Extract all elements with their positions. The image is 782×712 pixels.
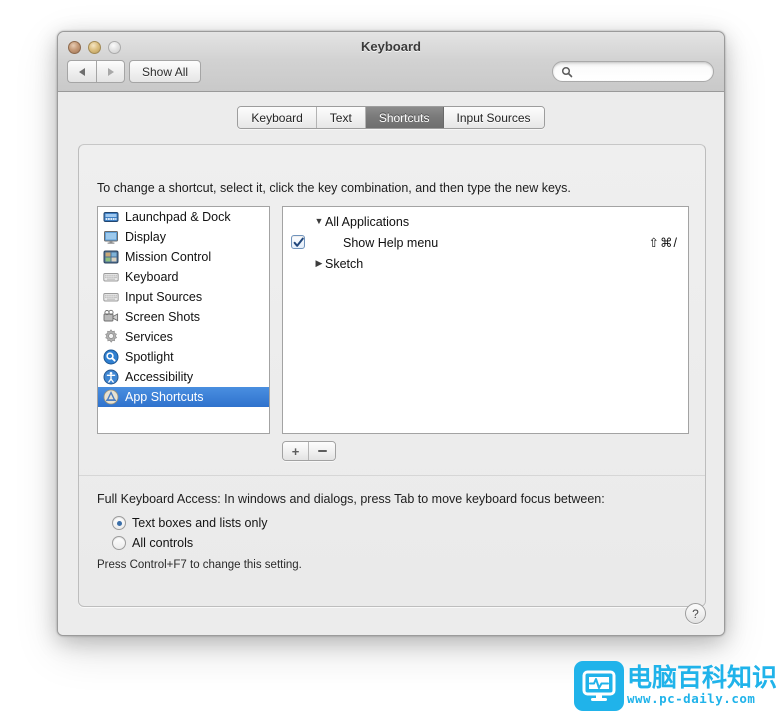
question-mark-icon: ? bbox=[692, 606, 699, 621]
tab-keyboard-label: Keyboard bbox=[251, 110, 303, 125]
tab-shortcuts[interactable]: Shortcuts bbox=[365, 107, 444, 128]
window-titlebar: Keyboard Show All bbox=[58, 32, 724, 92]
checkmark-icon bbox=[293, 237, 304, 247]
section-divider bbox=[79, 475, 705, 476]
navigation-buttons bbox=[67, 60, 125, 83]
watermark-url: www.pc-daily.com bbox=[627, 691, 756, 707]
sidebar-item-mission-control[interactable]: Mission Control bbox=[98, 247, 269, 267]
tab-shortcuts-label: Shortcuts bbox=[378, 110, 430, 125]
sidebar-item-label: Screen Shots bbox=[125, 310, 201, 324]
window-title: Keyboard bbox=[361, 39, 421, 54]
watermark-monitor-icon bbox=[574, 660, 624, 711]
sidebar-item-launchpad-dock[interactable]: Launchpad & Dock bbox=[98, 207, 269, 227]
tree-item-show-help-menu[interactable]: Show Help menu ⇧⌘/ bbox=[283, 232, 688, 253]
full-keyboard-access-note: Press Control+F7 to change this setting. bbox=[97, 559, 302, 571]
sidebar-item-label: Spotlight bbox=[125, 350, 174, 364]
sidebar-item-label: Input Sources bbox=[125, 290, 203, 304]
watermark-text: 电脑百科知识 bbox=[627, 663, 778, 692]
shortcuts-panel: To change a shortcut, select it, click t… bbox=[78, 144, 706, 607]
radio-label: All controls bbox=[132, 536, 194, 550]
radio-dot bbox=[116, 520, 122, 526]
spotlight-icon bbox=[103, 349, 119, 365]
mission-control-icon bbox=[103, 249, 119, 265]
chevron-right-icon bbox=[107, 67, 114, 76]
sidebar-item-label: Accessibility bbox=[125, 370, 194, 384]
minus-icon bbox=[317, 450, 327, 452]
sidebar-item-label: Display bbox=[125, 230, 166, 244]
radio-label: Text boxes and lists only bbox=[132, 516, 268, 530]
tree-item-label: Show Help menu bbox=[343, 235, 439, 250]
tab-text-label: Text bbox=[329, 110, 352, 125]
tab-bar: Keyboard Text Shortcuts Input Sources bbox=[58, 106, 724, 129]
full-keyboard-access-title: Full Keyboard Access: In windows and dia… bbox=[97, 492, 605, 506]
sidebar-item-display[interactable]: Display bbox=[98, 227, 269, 247]
launchpad-dock-icon bbox=[103, 209, 119, 225]
back-button[interactable] bbox=[67, 60, 96, 83]
sidebar-item-app-shortcuts[interactable]: App Shortcuts bbox=[98, 387, 269, 407]
show-all-label: Show All bbox=[142, 64, 189, 79]
tree-group-sketch[interactable]: ▶ Sketch bbox=[283, 253, 688, 274]
input-sources-icon bbox=[103, 289, 119, 305]
sidebar-item-spotlight[interactable]: Spotlight bbox=[98, 347, 269, 367]
screen-shots-icon bbox=[103, 309, 119, 325]
shortcut-key-combination[interactable]: ⇧⌘/ bbox=[649, 235, 678, 250]
add-remove-segmented-control: + bbox=[282, 441, 336, 461]
plus-icon: + bbox=[291, 443, 300, 459]
sidebar-item-label: Keyboard bbox=[125, 270, 179, 284]
show-all-button[interactable]: Show All bbox=[129, 60, 202, 83]
shortcut-enabled-checkbox[interactable] bbox=[291, 235, 305, 249]
sidebar-item-screen-shots[interactable]: Screen Shots bbox=[98, 307, 269, 327]
chevron-left-icon bbox=[79, 67, 85, 76]
shortcut-category-list[interactable]: Launchpad & Dock Display Mission Control… bbox=[97, 206, 270, 434]
sidebar-item-label: Services bbox=[125, 330, 173, 344]
tab-text[interactable]: Text bbox=[316, 107, 366, 128]
radio-button-selected-icon[interactable] bbox=[112, 516, 126, 530]
shortcut-tree-list[interactable]: ▼ All Applications Show Help menu ⇧⌘/ ▶ … bbox=[282, 206, 689, 434]
disclosure-triangle-down-icon[interactable]: ▼ bbox=[313, 217, 325, 226]
keyboard-icon bbox=[103, 269, 119, 285]
preferences-content: Keyboard Text Shortcuts Input Sources To… bbox=[58, 92, 724, 635]
disclosure-triangle-right-icon[interactable]: ▶ bbox=[313, 259, 325, 268]
accessibility-icon bbox=[103, 369, 119, 385]
app-shortcuts-icon bbox=[103, 389, 119, 405]
services-gear-icon bbox=[103, 329, 119, 345]
instruction-text: To change a shortcut, select it, click t… bbox=[97, 181, 571, 195]
tree-group-label: Sketch bbox=[325, 256, 364, 271]
sidebar-item-keyboard[interactable]: Keyboard bbox=[98, 267, 269, 287]
tab-input-sources[interactable]: Input Sources bbox=[443, 107, 544, 128]
sidebar-item-accessibility[interactable]: Accessibility bbox=[98, 367, 269, 387]
display-icon bbox=[103, 229, 119, 245]
remove-shortcut-button[interactable] bbox=[309, 442, 335, 460]
tab-keyboard[interactable]: Keyboard bbox=[238, 107, 317, 128]
radio-text-boxes-and-lists-only[interactable]: Text boxes and lists only bbox=[112, 516, 268, 530]
search-icon bbox=[561, 66, 573, 77]
sidebar-item-input-sources[interactable]: Input Sources bbox=[98, 287, 269, 307]
sidebar-item-services[interactable]: Services bbox=[98, 327, 269, 347]
radio-button-icon[interactable] bbox=[112, 536, 126, 550]
search-field[interactable] bbox=[552, 61, 714, 82]
forward-button[interactable] bbox=[96, 60, 125, 83]
help-button[interactable]: ? bbox=[685, 603, 706, 624]
site-watermark: 电脑百科知识 www.pc-daily.com bbox=[574, 660, 778, 711]
tree-group-label: All Applications bbox=[325, 214, 410, 229]
keyboard-preferences-window: Keyboard Show All Keyboard Text Shortcut… bbox=[57, 31, 725, 636]
sidebar-item-label: App Shortcuts bbox=[125, 390, 204, 404]
add-shortcut-button[interactable]: + bbox=[283, 442, 309, 460]
sidebar-item-label: Launchpad & Dock bbox=[125, 210, 231, 224]
radio-all-controls[interactable]: All controls bbox=[112, 536, 193, 550]
search-input[interactable] bbox=[577, 64, 697, 79]
tree-group-all-applications[interactable]: ▼ All Applications bbox=[283, 211, 688, 232]
tab-input-sources-label: Input Sources bbox=[456, 110, 531, 125]
sidebar-item-label: Mission Control bbox=[125, 250, 212, 264]
